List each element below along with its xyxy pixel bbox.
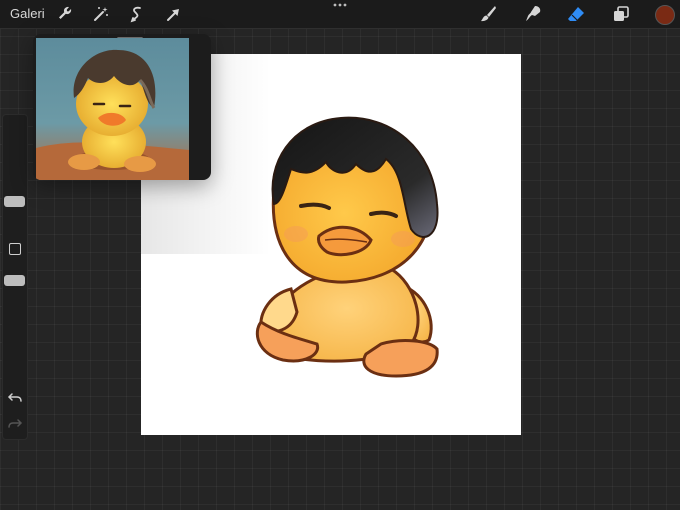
brush-icon[interactable] (478, 4, 498, 24)
smudge-icon[interactable] (523, 4, 543, 24)
selection-icon[interactable] (127, 4, 147, 24)
magic-wand-icon[interactable] (91, 4, 111, 24)
modify-square-icon[interactable] (9, 243, 21, 255)
undo-icon[interactable] (7, 391, 23, 405)
more-dots-icon[interactable] (332, 2, 348, 8)
left-sidebar (2, 114, 28, 440)
layers-icon[interactable] (611, 4, 631, 24)
brush-size-thumb[interactable] (4, 196, 25, 207)
brush-size-slider[interactable] (3, 119, 27, 231)
opacity-slider[interactable] (3, 265, 27, 375)
redo-icon[interactable] (7, 417, 23, 431)
reference-photo (36, 38, 189, 180)
color-swatch[interactable] (655, 5, 675, 25)
wrench-icon[interactable] (55, 4, 75, 24)
gallery-button[interactable]: Galeri (10, 6, 45, 21)
reference-panel[interactable] (33, 34, 211, 180)
top-toolbar: Galeri (0, 0, 680, 29)
transform-arrow-icon[interactable] (164, 4, 184, 24)
eraser-icon[interactable] (566, 4, 586, 24)
